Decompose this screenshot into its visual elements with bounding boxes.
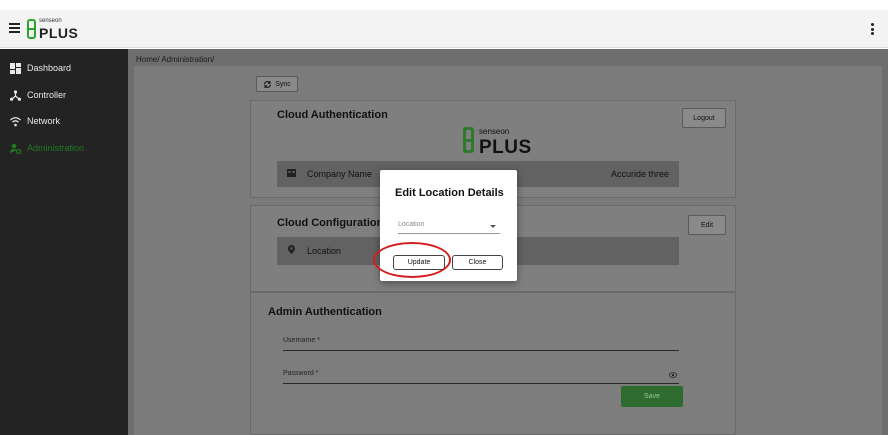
- save-button[interactable]: Save: [621, 386, 683, 407]
- wifi-icon: [10, 116, 21, 126]
- sync-icon: [264, 80, 272, 88]
- breadcrumb: Home/ Administration/: [136, 55, 215, 64]
- password-field[interactable]: Password *: [283, 370, 679, 384]
- location-select-placeholder: Location: [398, 221, 425, 228]
- senseon-plus-logo: senseon PLUS: [463, 125, 543, 158]
- cloud-authentication-title: Cloud Authentication: [277, 109, 388, 121]
- sync-label: Sync: [275, 80, 291, 88]
- admin-gear-icon: [10, 143, 21, 154]
- admin-authentication-title: Admin Authentication: [268, 306, 382, 318]
- dashboard-grid-icon: [10, 62, 21, 74]
- admin-authentication-card: Admin Authentication Username * Password…: [250, 292, 736, 435]
- edit-button[interactable]: Edit: [688, 215, 726, 235]
- logo-brand-top: senseon: [479, 127, 510, 136]
- sidebar-item-label: Controller: [27, 90, 67, 100]
- location-label: Location: [307, 246, 342, 256]
- sidebar-item-dashboard[interactable]: Dashboard: [0, 58, 128, 78]
- logo-brand-top: senseon: [39, 18, 62, 24]
- close-button[interactable]: Close: [452, 255, 503, 270]
- cloud-configuration-title: Cloud Configuration: [277, 217, 384, 229]
- sidebar-item-network[interactable]: Network: [0, 111, 128, 131]
- sync-button[interactable]: Sync: [256, 76, 298, 92]
- controller-hub-icon: [10, 89, 21, 101]
- top-app-bar: senseon PLUS: [0, 10, 888, 48]
- sidebar: Dashboard Controller Network Administrat…: [0, 49, 128, 435]
- logo-mark: [463, 127, 474, 153]
- logo-mark: [27, 19, 36, 39]
- sidebar-item-label: Administration: [27, 143, 85, 153]
- sidebar-item-administration[interactable]: Administration: [0, 138, 128, 158]
- hamburger-menu-icon[interactable]: [9, 23, 20, 33]
- username-field[interactable]: Username *: [283, 337, 679, 351]
- sidebar-item-controller[interactable]: Controller: [0, 85, 128, 105]
- edit-location-dialog: Edit Location Details Location Update Cl…: [380, 170, 517, 281]
- building-icon: [287, 169, 296, 177]
- eye-icon[interactable]: [669, 372, 677, 378]
- chevron-down-icon: [490, 225, 496, 228]
- location-pin-icon: [288, 245, 295, 254]
- password-label: Password *: [283, 370, 319, 377]
- dialog-title: Edit Location Details: [395, 187, 504, 199]
- update-button[interactable]: Update: [393, 255, 445, 270]
- company-name-label: Company Name: [307, 169, 373, 179]
- username-label: Username *: [283, 337, 320, 344]
- app-logo: senseon PLUS: [27, 18, 97, 42]
- location-select[interactable]: Location: [398, 219, 500, 234]
- logout-button[interactable]: Logout: [682, 108, 726, 128]
- logo-brand-main: PLUS: [39, 25, 79, 41]
- sidebar-item-label: Dashboard: [27, 63, 72, 73]
- logo-brand-main: PLUS: [479, 137, 532, 158]
- vertical-dots-icon[interactable]: [870, 23, 874, 35]
- sidebar-item-label: Network: [27, 116, 61, 126]
- company-name-value: Accuride three: [610, 169, 669, 179]
